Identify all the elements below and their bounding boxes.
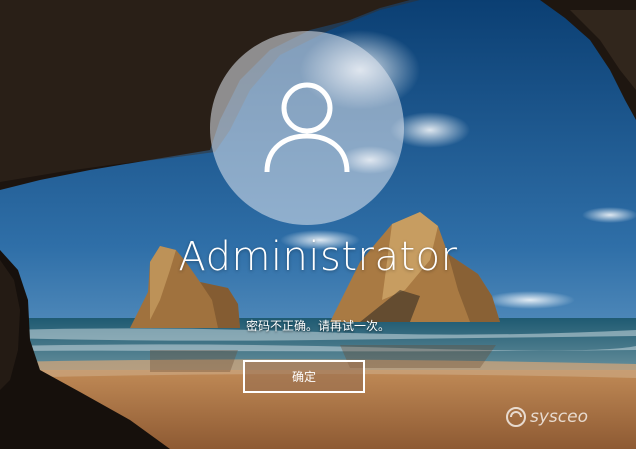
watermark-text: sysceo bbox=[530, 407, 588, 427]
ok-button[interactable]: 确定 bbox=[243, 360, 365, 393]
error-message: 密码不正确。请再试一次。 bbox=[245, 319, 390, 333]
watermark: sysceo bbox=[505, 406, 588, 428]
username-label: Administrator bbox=[178, 234, 458, 280]
watermark-logo-icon bbox=[506, 407, 526, 427]
user-icon bbox=[264, 82, 350, 173]
user-avatar bbox=[210, 31, 404, 225]
